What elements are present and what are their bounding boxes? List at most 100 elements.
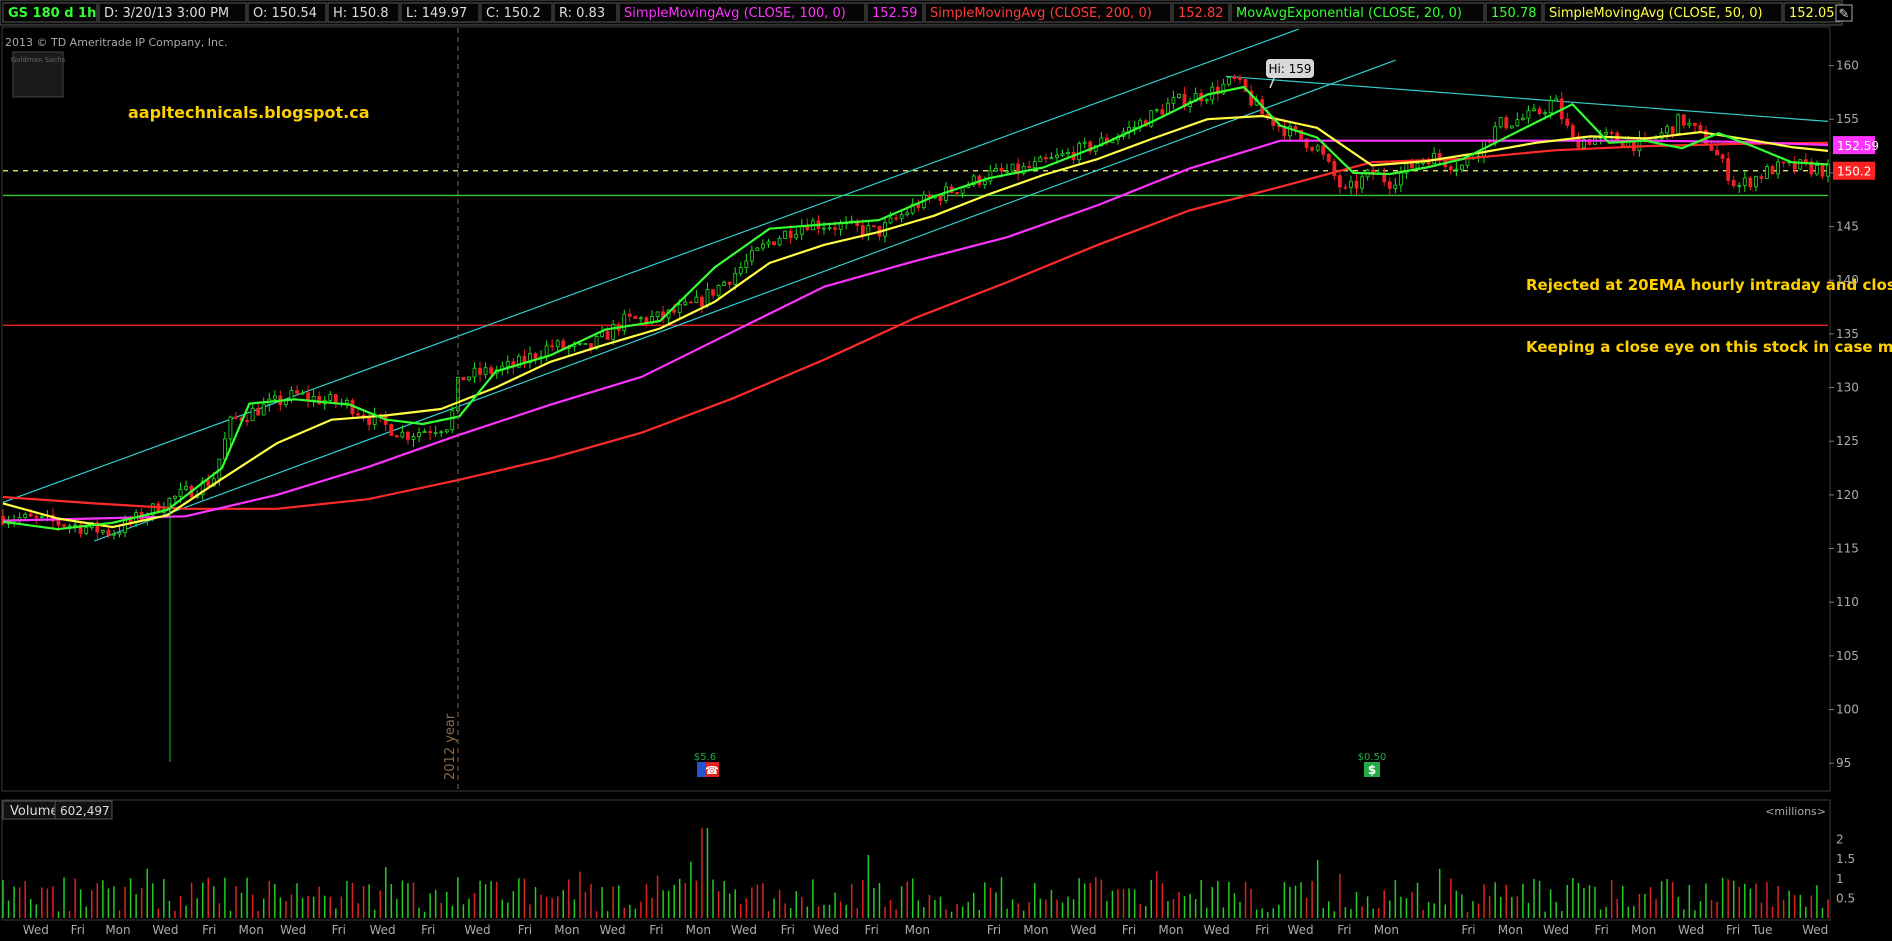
time-tick-label: Mon: [105, 923, 130, 937]
time-tick-label: Fri: [71, 923, 85, 937]
time-tick-label: Wed: [1543, 923, 1569, 937]
candle-body: [1570, 125, 1575, 138]
price-tick-label: 130: [1836, 381, 1859, 395]
candle-body: [400, 431, 405, 438]
candle-body: [1770, 166, 1775, 175]
price-tick-label: 100: [1836, 703, 1859, 717]
candle-body: [433, 432, 438, 435]
time-tick-label: Mon: [554, 923, 579, 937]
candle-body: [1360, 176, 1364, 189]
candle-body: [1548, 100, 1553, 114]
candle-body: [533, 353, 538, 359]
candle-body: [234, 416, 238, 419]
candle-body: [1532, 108, 1536, 112]
candle-body: [561, 340, 566, 349]
candle-body: [333, 394, 338, 404]
study-value-2: 150.78: [1491, 6, 1537, 21]
candle-body: [822, 227, 826, 230]
price-tick-label: 105: [1836, 649, 1859, 663]
candle-body: [112, 533, 116, 536]
candle-body: [1543, 112, 1547, 115]
candle-body: [444, 429, 449, 433]
candle-body: [1515, 119, 1520, 127]
candle-body: [622, 313, 627, 331]
candle-body: [1432, 153, 1437, 165]
candle-body: [1681, 114, 1686, 126]
study-label-2: MovAvgExponential (CLOSE, 20, 0): [1236, 6, 1462, 21]
year-label: 2012 year: [443, 713, 458, 780]
header-cells: GS 180 d 1h D: 3/20/13 3:00 PM O: 150.54 H:…: [2, 2, 1841, 23]
candle-body: [1448, 166, 1453, 171]
candle-body: [999, 168, 1004, 172]
candle-body: [1038, 157, 1043, 162]
time-tick-label: Fri: [202, 923, 216, 937]
copyright-text: 2013 © TD Ameritrade IP Company, Inc.: [5, 36, 228, 49]
time-tick-label: Wed: [731, 923, 757, 937]
low-cell: L: 149.97: [406, 6, 467, 21]
candle-body: [422, 431, 427, 433]
candle-body: [28, 513, 33, 517]
time-tick-label: Fri: [1595, 923, 1609, 937]
time-tick-label: Fri: [518, 923, 532, 937]
time-tick-label: Fri: [1726, 923, 1740, 937]
candle-body: [639, 317, 643, 320]
candle-body: [261, 403, 266, 416]
candle-body: [417, 432, 421, 437]
candle-body: [672, 309, 677, 313]
candle-body: [1692, 122, 1697, 126]
candle-body: [505, 361, 510, 367]
study-value-1: 152.82: [1178, 6, 1224, 21]
candle-body: [871, 225, 876, 228]
time-tick-label: Fri: [1337, 923, 1351, 937]
candle-body: [1055, 154, 1059, 158]
candle-body: [1060, 153, 1065, 156]
time-tick-label: Wed: [1287, 923, 1313, 937]
candle-body: [1737, 184, 1742, 187]
time-tick-label: Wed: [813, 923, 839, 937]
time-tick-label: Mon: [1158, 923, 1183, 937]
candle-body: [1815, 164, 1819, 175]
study-label-3: SimpleMovingAvg (CLOSE, 50, 0): [1549, 6, 1763, 21]
time-tick-label: Mon: [239, 923, 264, 937]
candle-body: [1326, 153, 1331, 162]
close-cell: C: 150.2: [486, 6, 541, 21]
candle-body: [838, 223, 843, 230]
candle-body: [256, 407, 261, 416]
high-cell: H: 150.8: [333, 6, 389, 21]
candle-body: [827, 227, 832, 230]
candle-body: [1171, 97, 1176, 104]
volume-units: <millions>: [1765, 805, 1826, 818]
candle-body: [311, 395, 316, 401]
candle-body: [394, 435, 399, 438]
candle-body: [1715, 149, 1719, 156]
time-tick-label: Mon: [1498, 923, 1523, 937]
price-marker-label-1: 150.2: [1837, 165, 1871, 179]
candle-body: [1720, 154, 1725, 159]
candle-body: [1160, 109, 1165, 115]
candle-body: [777, 238, 782, 246]
candle-body: [611, 324, 616, 340]
candle-body: [905, 212, 910, 216]
candle-body: [761, 243, 765, 249]
candle-body: [1537, 108, 1542, 115]
candle-body: [988, 170, 993, 182]
candle-body: [1415, 162, 1420, 169]
candle-body: [1753, 176, 1758, 188]
candle-body: [472, 367, 477, 378]
candle-body: [1742, 177, 1747, 186]
candle-body: [833, 227, 837, 230]
candle-body: [1049, 157, 1054, 160]
time-tick-label: Fri: [649, 923, 663, 937]
candle-body: [483, 367, 488, 375]
candle-body: [1082, 141, 1087, 144]
candle-body: [1149, 110, 1154, 127]
candle-body: [295, 390, 299, 394]
candle-body: [1349, 180, 1353, 188]
study-value-3: 152.05: [1789, 6, 1835, 21]
candle-body: [450, 410, 455, 431]
candle-body: [117, 532, 122, 535]
candle-body: [1354, 180, 1359, 189]
candle-body: [206, 480, 211, 487]
time-tick-label: Fri: [1461, 923, 1475, 937]
time-tick-label: Fri: [421, 923, 435, 937]
